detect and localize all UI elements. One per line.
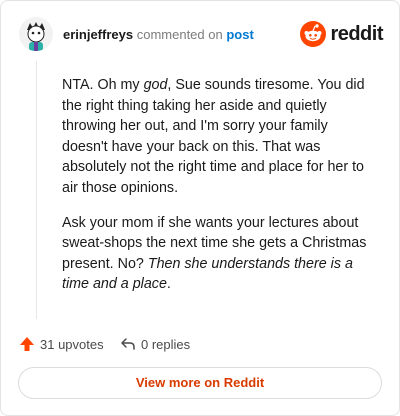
replies-count: 0 replies [141, 336, 191, 352]
thread-line [36, 61, 37, 319]
reddit-alien-icon [300, 21, 327, 47]
comment-paragraph-2: Ask your mom if she wants your lectures … [62, 214, 367, 293]
post-link[interactable]: post [226, 27, 253, 42]
avatar[interactable] [19, 17, 53, 51]
reply-arrow-icon [121, 338, 135, 350]
action-text: commented on [136, 27, 223, 42]
comment-header: erinjeffreys commented on post reddit [19, 17, 383, 53]
reddit-brand[interactable]: reddit [300, 21, 383, 47]
upvotes-count: 31 upvotes [40, 336, 104, 352]
replies-stat[interactable]: 0 replies [120, 334, 190, 354]
comment-paragraph-1: NTA. Oh my god, Sue sounds tiresome. You… [62, 77, 365, 196]
view-more-button[interactable]: View more on Reddit [18, 367, 382, 399]
comment-meta: erinjeffreys commented on post [63, 27, 254, 43]
comment-body: NTA. Oh my god, Sue sounds tiresome. You… [62, 75, 374, 309]
embedded-comment-card: erinjeffreys commented on post reddit NT… [0, 0, 400, 416]
avatar-image-icon [19, 17, 53, 51]
reddit-wordmark: reddit [330, 23, 383, 45]
username-link[interactable]: erinjeffreys [63, 27, 133, 42]
upvotes-stat[interactable]: 31 upvotes [19, 334, 104, 354]
upvote-arrow-icon [20, 337, 34, 351]
